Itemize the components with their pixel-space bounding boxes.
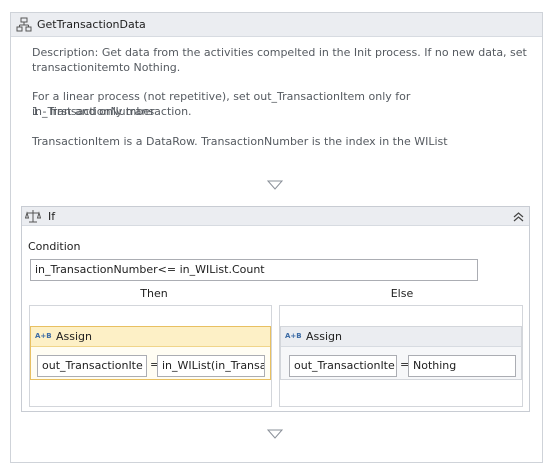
assign-icon: A+B bbox=[35, 332, 52, 340]
annotation-line-4: 1 - first and only transaction. bbox=[32, 105, 192, 118]
else-branch[interactable]: A+B Assign out_TransactionIte = Nothing bbox=[279, 305, 523, 407]
drop-target-arrow-icon[interactable] bbox=[267, 180, 283, 190]
condition-input[interactable]: in_TransactionNumber<= in_WIList.Count bbox=[30, 259, 478, 281]
annotation-line-5: TransactionItem is a DataRow. Transactio… bbox=[32, 135, 448, 148]
sequence-title: GetTransactionData bbox=[37, 18, 146, 31]
if-activity[interactable]: If Condition in_TransactionNumber<= in_W… bbox=[21, 206, 530, 412]
else-assign-to-field[interactable]: out_TransactionIte bbox=[289, 355, 397, 377]
annotation-line-2: transactionitemto Nothing. bbox=[32, 61, 181, 74]
then-assign-header[interactable]: A+B Assign bbox=[31, 327, 270, 347]
collapse-chevron-icon[interactable] bbox=[512, 210, 525, 223]
then-assign-value-field[interactable]: in_WIList(in_Transa bbox=[157, 355, 265, 377]
if-header[interactable]: If bbox=[22, 207, 529, 226]
then-assign-title: Assign bbox=[56, 330, 92, 343]
then-label: Then bbox=[140, 287, 168, 300]
sequence-activity-icon bbox=[16, 17, 32, 32]
else-assign-activity[interactable]: A+B Assign out_TransactionIte = Nothing bbox=[280, 326, 522, 380]
then-branch[interactable]: A+B Assign out_TransactionIte = in_WILis… bbox=[29, 305, 272, 407]
then-assign-activity[interactable]: A+B Assign out_TransactionIte = in_WILis… bbox=[30, 326, 271, 380]
sequence-header[interactable]: GetTransactionData bbox=[11, 13, 542, 37]
assign-icon: A+B bbox=[285, 332, 302, 340]
else-assign-value-field[interactable]: Nothing bbox=[408, 355, 516, 377]
sequence-activity[interactable]: GetTransactionData Description: Get data… bbox=[10, 12, 543, 463]
condition-label: Condition bbox=[28, 240, 81, 253]
else-assign-title: Assign bbox=[306, 330, 342, 343]
if-title: If bbox=[48, 210, 56, 223]
else-assign-header[interactable]: A+B Assign bbox=[281, 327, 521, 347]
if-balance-icon bbox=[25, 210, 41, 223]
else-label: Else bbox=[390, 287, 414, 300]
drop-target-arrow-icon[interactable] bbox=[267, 429, 283, 439]
then-assign-to-field[interactable]: out_TransactionIte bbox=[37, 355, 147, 377]
annotation-line-1: Description: Get data from the activitie… bbox=[32, 46, 527, 59]
